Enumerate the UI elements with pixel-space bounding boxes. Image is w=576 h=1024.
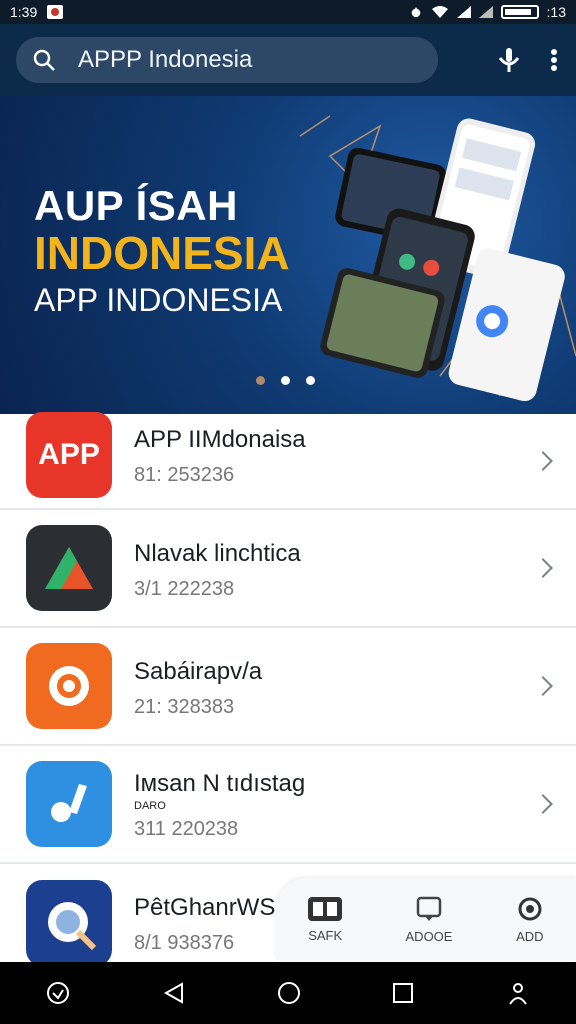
tab-label: SAFK — [308, 927, 343, 943]
chevron-right-icon — [533, 451, 553, 471]
app-extra: DARO — [134, 800, 166, 812]
chevron-right-icon — [533, 558, 553, 578]
app-name: Iмsan N tıdıstag — [134, 770, 306, 797]
carousel-dot-2[interactable] — [281, 376, 290, 385]
app-icon-imsan — [26, 761, 112, 847]
carousel-dot-1[interactable] — [256, 376, 265, 385]
recents-icon[interactable] — [392, 982, 414, 1004]
news-icon — [308, 896, 343, 921]
list-item[interactable]: APP APP IIMdonaisa 81: 253236 — [0, 412, 576, 510]
notification-icon — [47, 5, 64, 19]
carousel-dot-3[interactable] — [306, 376, 315, 385]
app-meta: 21: 328383 — [134, 696, 235, 718]
bottom-tab-bar: SAFK ADOOE ADD — [276, 878, 576, 960]
voice-search-icon[interactable] — [494, 46, 524, 74]
promo-banner[interactable]: AUP ÍSAH INDONESIA APP INDONESIA — [0, 96, 576, 414]
banner-title-line1: AUP ÍSAH — [34, 182, 238, 229]
list-item[interactable]: Nlavak linchtica 3/1 222238 — [0, 510, 576, 628]
signal-icon-2 — [478, 6, 493, 18]
app-name: Sabáirapv/a — [134, 658, 263, 685]
chat-icon — [416, 896, 442, 921]
app-name: APP IIMdonaisa — [134, 426, 306, 453]
chevron-right-icon — [533, 794, 553, 814]
app-icon-nlavak — [26, 525, 112, 611]
battery-text: :13 — [546, 4, 566, 20]
app-icon-petghanr — [26, 880, 112, 966]
search-input[interactable]: APPP Indonesia — [16, 37, 438, 83]
tab-label: ADOOE — [405, 928, 453, 944]
banner-title-line2: INDONESIA — [34, 227, 290, 279]
list-item[interactable]: Iмsan N tıdıstag DARO 311 220238 — [0, 746, 576, 864]
wifi-icon — [431, 6, 448, 18]
banner-title-line3: APP INDONESIA — [34, 282, 283, 318]
app-name: Nlavak linchtica — [134, 540, 301, 567]
signal-icon — [456, 6, 471, 18]
chevron-right-icon — [533, 676, 553, 696]
tab-adooe[interactable]: ADOOE — [405, 895, 453, 944]
app-icon-app: APP — [26, 412, 112, 498]
more-options-icon[interactable] — [550, 48, 558, 72]
assistant-icon[interactable] — [45, 980, 71, 1006]
settings-icon — [518, 897, 542, 920]
tab-add[interactable]: ADD — [515, 895, 545, 944]
search-icon — [33, 49, 55, 71]
app-meta: 8/1 938376 — [134, 932, 235, 954]
accessibility-icon[interactable] — [505, 980, 531, 1006]
home-icon[interactable] — [276, 980, 302, 1006]
app-meta: 3/1 222238 — [134, 578, 235, 600]
status-time: 1:39 — [10, 4, 38, 20]
status-bar: 1:39 :13 — [0, 0, 576, 24]
carousel-indicator[interactable] — [256, 376, 315, 385]
back-icon[interactable] — [162, 981, 186, 1005]
app-bar: APPP Indonesia — [0, 24, 576, 96]
app-meta: 81: 253236 — [134, 464, 235, 486]
app-meta: 311 220238 — [134, 818, 239, 840]
search-query: APPP Indonesia — [78, 46, 253, 73]
tab-label: ADD — [516, 928, 544, 944]
app-name: PêtGhanrWSz — [134, 894, 288, 921]
tab-safk[interactable]: SAFK — [307, 896, 343, 943]
battery-icon — [500, 5, 539, 19]
list-item[interactable]: Sabáirapv/a 21: 328383 — [0, 628, 576, 746]
alarm-icon — [411, 7, 420, 18]
system-nav-bar — [0, 962, 576, 1024]
app-icon-sabairapva — [26, 643, 112, 729]
